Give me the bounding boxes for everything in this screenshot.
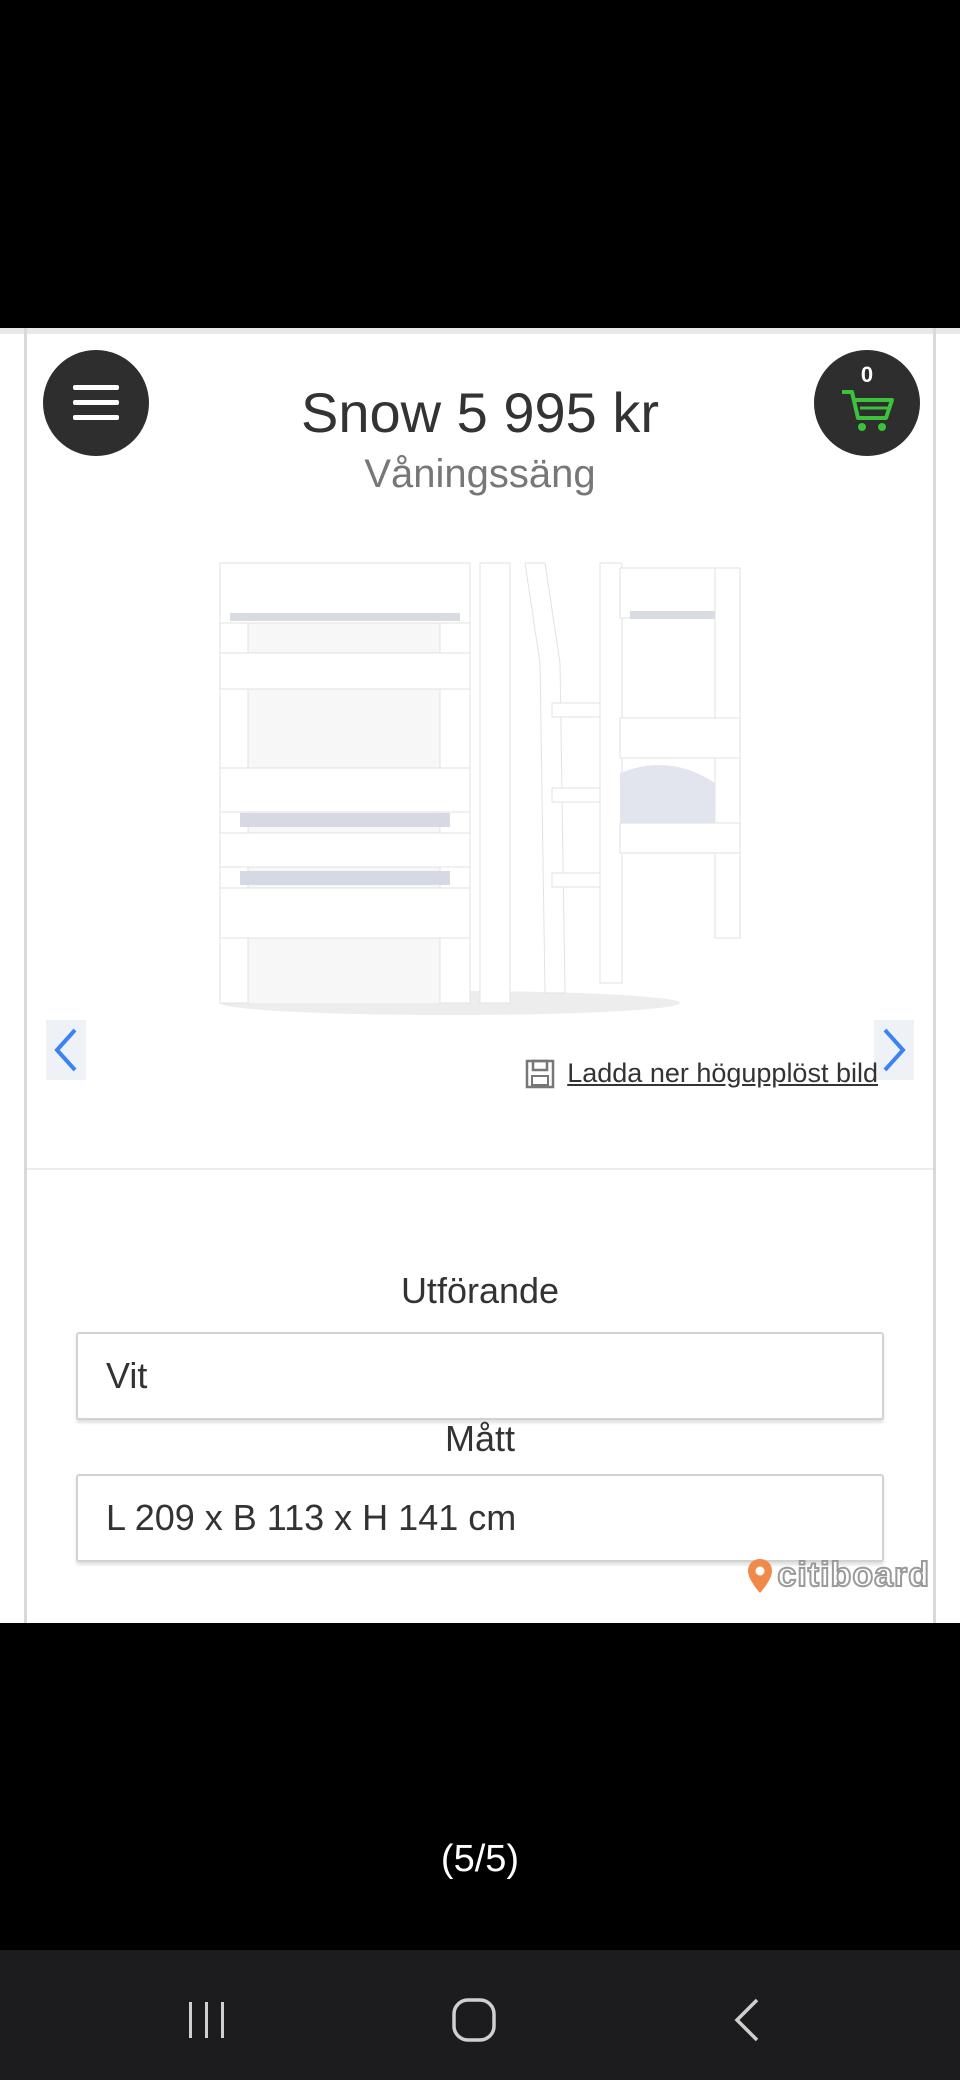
download-hires-link[interactable]: Ladda ner högupplöst bild [525,1058,878,1089]
cart-button[interactable]: 0 [814,350,920,456]
watermark-text: citiboard [776,1555,930,1595]
home-button[interactable] [444,1990,504,2050]
recents-button[interactable] [177,1990,237,2050]
floppy-disk-icon [525,1059,555,1088]
cart-count-badge: 0 [860,362,874,387]
next-image-button[interactable] [874,1020,914,1080]
bunk-bed-image [219,562,741,1015]
image-counter: (5/5) [440,1838,520,1880]
citiboard-watermark: citiboard [747,1555,930,1595]
home-icon [452,1998,496,2042]
location-pin-icon [748,1558,773,1593]
back-icon [734,1998,759,2042]
frame-top [0,328,960,334]
recents-icon [189,2002,224,2038]
dimensions-value: L 209 x B 113 x H 141 cm [106,1497,517,1538]
back-button[interactable] [716,1990,776,2050]
dimensions-select[interactable]: L 209 x B 113 x H 141 cm [76,1474,884,1562]
section-divider [27,1168,933,1170]
chevron-right-icon [883,1028,906,1072]
screenshot-content: Snow 5 995 kr Våningssäng 0 Ladda ner hö… [0,328,960,1623]
variant-label: Utförande [400,1270,560,1311]
variant-select[interactable]: Vit [76,1332,884,1420]
prev-image-button[interactable] [46,1020,86,1080]
shopping-cart-icon [842,390,894,431]
image-viewer: Snow 5 995 kr Våningssäng 0 Ladda ner hö… [0,0,960,2080]
dimensions-label: Mått [444,1418,515,1459]
variant-value: Vit [106,1355,148,1396]
download-label: Ladda ner högupplöst bild [567,1058,878,1088]
product-subtitle: Våningssäng [364,452,596,496]
chevron-left-icon [54,1028,77,1072]
system-nav-bar [0,1950,960,2080]
